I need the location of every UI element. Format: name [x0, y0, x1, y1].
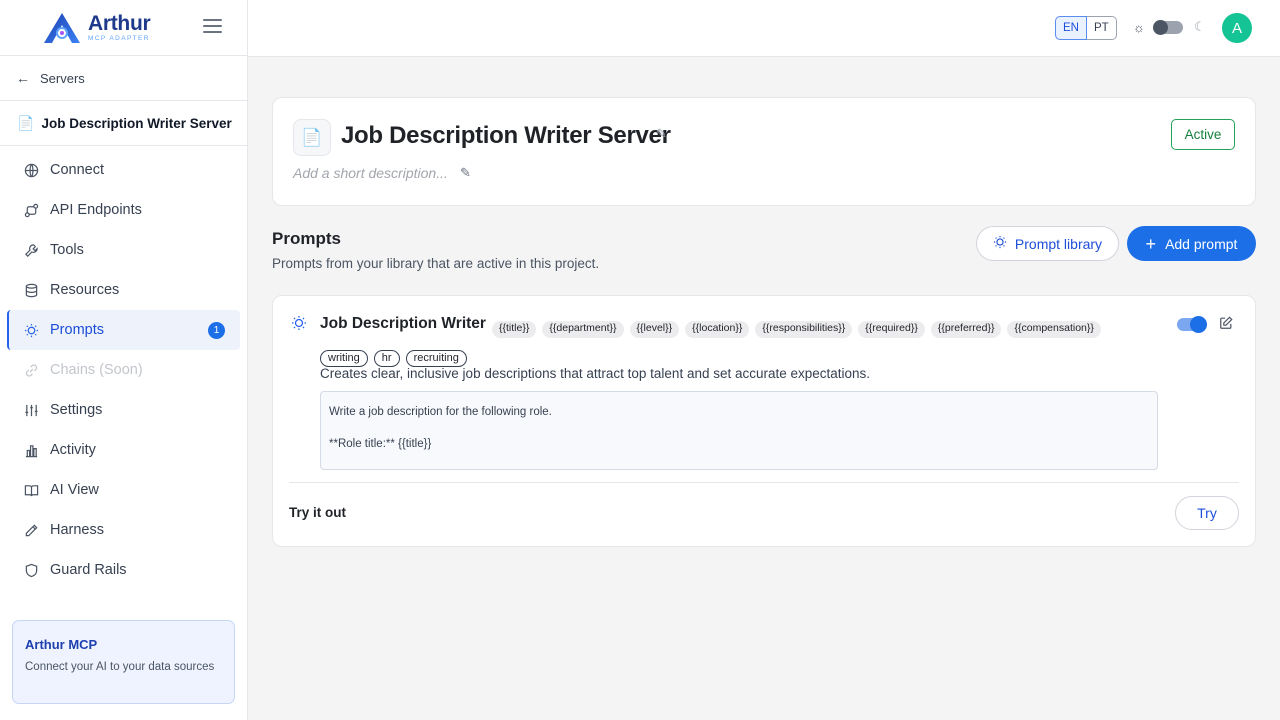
hamburger-menu-icon[interactable] — [203, 19, 222, 36]
promo-description: Connect your AI to your data sources — [25, 661, 215, 673]
wrench-icon — [23, 242, 39, 258]
try-it-out-label: Try it out — [289, 505, 346, 520]
sidebar-item-tools[interactable]: Tools — [7, 230, 240, 270]
prompt-card: Job Description Writer {{title}} {{depart… — [272, 295, 1256, 547]
prompt-chips: {{title}} {{department}} {{level}} {{locati… — [320, 315, 1150, 373]
lightbulb-icon — [291, 315, 307, 334]
prompts-section-title: Prompts — [272, 229, 341, 248]
avatar[interactable]: A — [1222, 13, 1252, 43]
sidebar-item-settings[interactable]: Settings — [7, 390, 240, 430]
api-icon — [23, 202, 39, 218]
brand-name: Arthur — [88, 11, 151, 35]
sidebar-item-label: Tools — [50, 242, 84, 258]
link-icon — [23, 362, 39, 378]
lightbulb-icon — [993, 235, 1007, 252]
add-prompt-label: Add prompt — [1165, 235, 1238, 252]
document-icon: 📄 — [17, 114, 35, 131]
database-icon — [23, 282, 39, 298]
sidebar: Arthur MCP ADAPTER ← Servers 📄 Job Descr… — [0, 0, 248, 720]
back-to-servers-link[interactable]: ← Servers — [0, 56, 247, 101]
variable-chip: {{title}} — [492, 321, 537, 339]
tag-chip: recruiting — [405, 350, 467, 368]
try-button[interactable]: Try — [1175, 496, 1239, 530]
plus-icon: + — [1145, 233, 1157, 254]
tag-chip: hr — [373, 350, 400, 368]
sidebar-item-label: Resources — [50, 282, 120, 298]
sidebar-item-resources[interactable]: Resources — [7, 270, 240, 310]
bar-chart-icon — [23, 442, 39, 458]
server-header-card: 📄 Job Description Writer Server ✎ Add a … — [272, 97, 1256, 206]
shield-icon — [23, 562, 39, 578]
variable-chip: {{preferred}} — [930, 321, 1002, 339]
promo-title: Arthur MCP — [25, 637, 98, 652]
edit-prompt-icon[interactable] — [1219, 316, 1233, 333]
pen-icon — [23, 522, 39, 538]
lightbulb-icon — [23, 322, 39, 338]
sidebar-item-label: Activity — [50, 442, 96, 458]
page-title: Job Description Writer Server — [341, 122, 671, 149]
language-option-en[interactable]: EN — [1055, 16, 1087, 40]
variable-chip: {{responsibilities}} — [755, 321, 853, 339]
tag-chip: writing — [320, 350, 368, 368]
prompt-library-button[interactable]: Prompt library — [976, 226, 1119, 261]
add-prompt-button[interactable]: + Add prompt — [1127, 226, 1256, 261]
back-label: Servers — [40, 70, 85, 86]
promo-card: Arthur MCP Connect your AI to your data … — [12, 620, 235, 704]
server-description-placeholder[interactable]: Add a short description... — [293, 165, 448, 181]
theme-toggle[interactable] — [1153, 20, 1183, 35]
globe-icon — [23, 162, 39, 178]
sidebar-item-prompts[interactable]: Prompts 1 — [7, 310, 240, 350]
sidebar-item-connect[interactable]: Connect — [7, 150, 240, 190]
sidebar-item-label: Harness — [50, 522, 104, 538]
current-server-name: Job Description Writer Server — [41, 115, 232, 131]
moon-icon: ☾ — [1194, 19, 1206, 34]
brand-subtitle: MCP ADAPTER — [88, 34, 150, 42]
arrow-left-icon: ← — [16, 70, 30, 86]
logo-row: Arthur MCP ADAPTER — [0, 0, 247, 56]
language-option-pt[interactable]: PT — [1086, 16, 1117, 40]
sidebar-item-label: Chains (Soon) — [50, 362, 143, 378]
prompt-enabled-toggle[interactable] — [1177, 316, 1207, 333]
sidebar-item-activity[interactable]: Activity — [7, 430, 240, 470]
edit-title-icon[interactable]: ✎ — [656, 126, 667, 142]
sun-icon: ☼ — [1133, 20, 1145, 35]
sidebar-item-api-endpoints[interactable]: API Endpoints — [7, 190, 240, 230]
sliders-icon — [23, 402, 39, 418]
sidebar-item-label: Connect — [50, 162, 105, 178]
sidebar-item-label: Guard Rails — [50, 562, 127, 578]
prompt-library-label: Prompt library — [1014, 235, 1103, 252]
prompts-section-subtitle: Prompts from your library that are activ… — [272, 256, 600, 271]
variable-chip: {{required}} — [858, 321, 925, 339]
sidebar-item-label: Prompts — [50, 322, 104, 338]
sidebar-item-label: Settings — [50, 402, 103, 418]
document-icon: 📄 — [293, 119, 331, 156]
book-icon — [23, 482, 39, 498]
variable-chip: {{compensation}} — [1007, 321, 1101, 339]
status-badge: Active — [1171, 119, 1235, 150]
sidebar-item-label: AI View — [50, 482, 99, 498]
sidebar-item-chains: Chains (Soon) — [7, 350, 240, 390]
edit-description-icon[interactable]: ✎ — [460, 165, 471, 181]
divider — [289, 482, 1239, 483]
sidebar-nav: Connect API Endpoints Tools Resources Pr… — [0, 146, 247, 590]
language-switcher: EN PT — [1055, 16, 1117, 40]
sidebar-item-guard-rails[interactable]: Guard Rails — [7, 550, 240, 590]
sidebar-item-harness[interactable]: Harness — [7, 510, 240, 550]
arthur-logo-icon — [42, 11, 82, 45]
sidebar-item-ai-view[interactable]: AI View — [7, 470, 240, 510]
prompt-template-preview: Write a job description for the followin… — [320, 391, 1158, 470]
prompts-count-badge: 1 — [208, 322, 225, 339]
top-bar: EN PT ☼ ☾ A — [248, 0, 1280, 57]
variable-chip: {{department}} — [542, 321, 624, 339]
prompt-description: Creates clear, inclusive job description… — [320, 366, 871, 381]
variable-chip: {{level}} — [629, 321, 680, 339]
variable-chip: {{location}} — [685, 321, 750, 339]
sidebar-item-label: API Endpoints — [50, 202, 142, 218]
current-server: 📄 Job Description Writer Server — [0, 101, 247, 146]
